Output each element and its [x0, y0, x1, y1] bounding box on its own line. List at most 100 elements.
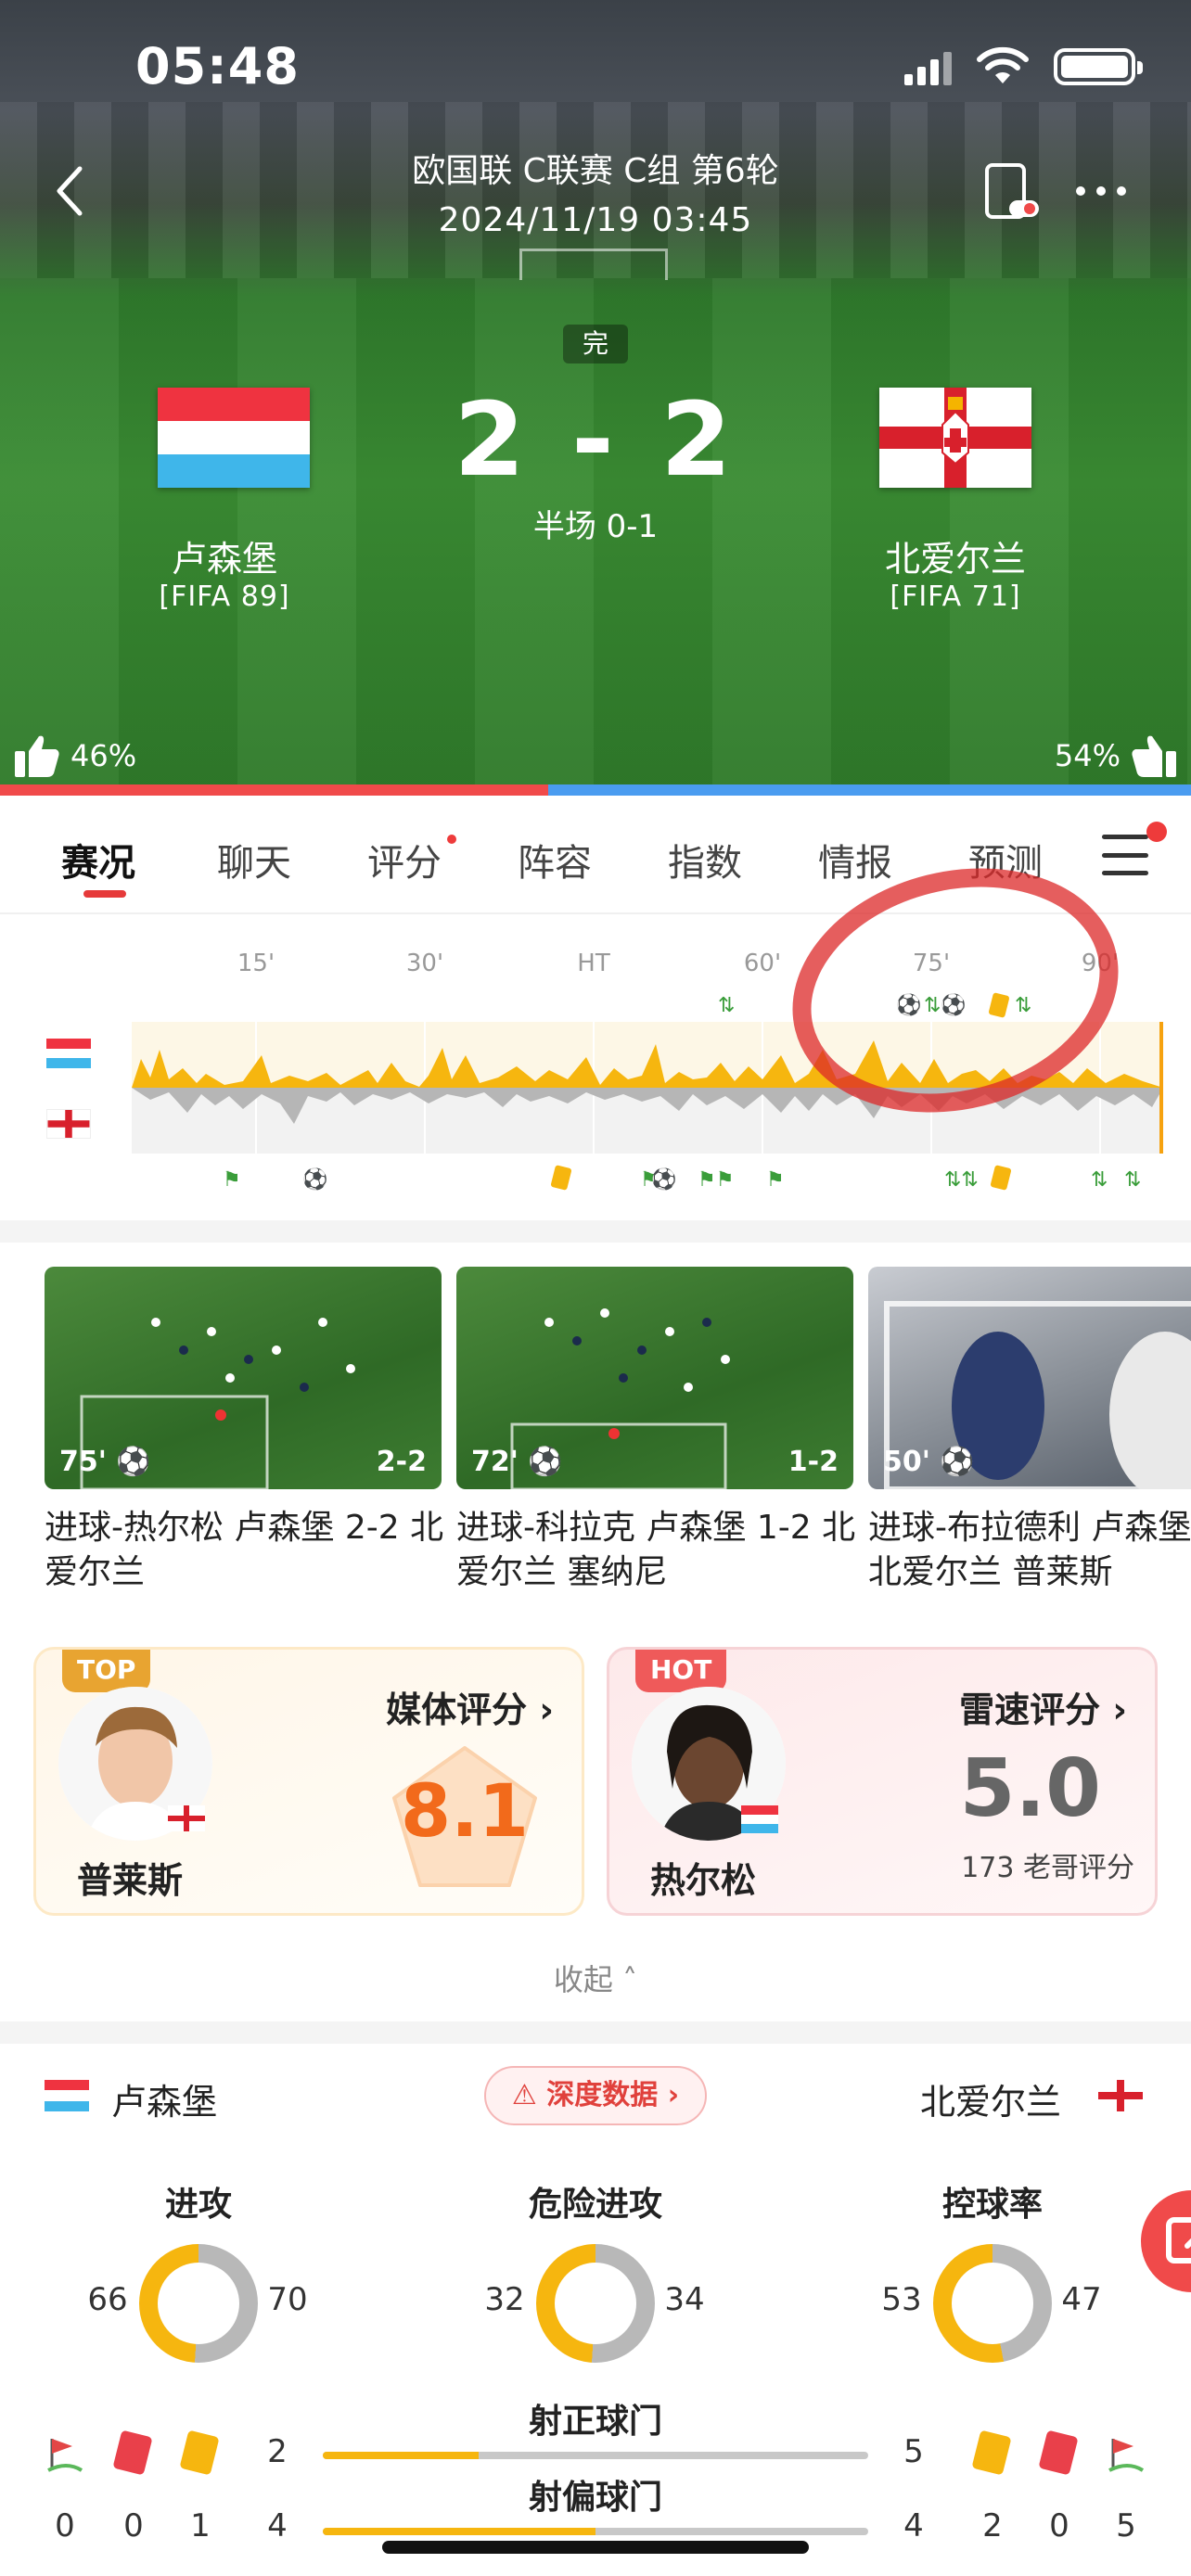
tab-ratings[interactable]: 评分 — [367, 833, 442, 886]
away-team-label: 北爱尔兰 — [920, 2082, 1062, 2123]
timeline-tick: 30' — [405, 950, 444, 977]
away-corners: 5 — [1116, 2507, 1136, 2544]
home-vote[interactable]: 46% — [13, 733, 136, 779]
radar-rating-count: 173 老哥评分 — [961, 1852, 1134, 1884]
corner-flag-icon — [47, 2439, 83, 2472]
tab-match-overview[interactable]: 赛况 — [61, 833, 135, 886]
highlight-video-card[interactable]: 72' ⚽ 1-2 进球-科拉克 卢森堡 1-2 北爱尔兰 塞纳尼 — [456, 1267, 855, 1586]
attacks-ring — [139, 2244, 258, 2363]
video-score: 1-2 — [788, 1446, 839, 1478]
video-thumbnail: 50' ⚽ — [868, 1267, 1191, 1489]
home-vote-fill — [0, 784, 548, 796]
tab-lineups[interactable]: 阵容 — [518, 833, 592, 886]
match-status-badge: 完 — [563, 325, 628, 363]
corner-flag-icon[interactable]: ⚑ — [223, 1168, 241, 1192]
substitution-icon[interactable]: ⇅⇅ — [944, 1168, 979, 1192]
home-indicator — [382, 2541, 809, 2554]
away-yellow-cards: 2 — [982, 2507, 1003, 2544]
away-vote[interactable]: 54% — [1055, 733, 1178, 779]
radar-rating-title[interactable]: 雷速评分 › — [959, 1681, 1127, 1732]
media-rating-title[interactable]: 媒体评分 › — [386, 1681, 554, 1732]
tab-chat[interactable]: 聊天 — [217, 833, 291, 886]
yellow-card-icon[interactable] — [550, 1165, 572, 1191]
tab-odds[interactable]: 指数 — [668, 833, 742, 886]
hot-badge: HOT — [635, 1650, 727, 1692]
highlight-videos: 75' ⚽ 2-2 进球-热尔松 卢森堡 2-2 北爱尔兰 72' ⚽ 1-2 … — [0, 1243, 1191, 1586]
radar-rating-card[interactable]: HOT 雷速评分 › 热尔松 5.0 173 老哥评分 — [607, 1647, 1158, 1916]
home-team-label: 卢森堡 — [111, 2082, 218, 2123]
video-thumbnail: 75' ⚽ 2-2 — [45, 1267, 442, 1489]
video-caption[interactable]: 进球-布拉德利 卢森堡 0-2 北爱尔兰 普莱斯 — [868, 1506, 1191, 1586]
corner-flag-icon — [1108, 2439, 1145, 2472]
screen-cast-icon[interactable] — [983, 163, 1043, 223]
luxembourg-flag-icon — [46, 1039, 91, 1068]
highlight-video-card[interactable]: 50' ⚽ 进球-布拉德利 卢森堡 0-2 北爱尔兰 普莱斯 — [868, 1267, 1191, 1586]
northern-ireland-flag-icon[interactable] — [879, 388, 1031, 488]
video-caption[interactable]: 进球-科拉克 卢森堡 1-2 北爱尔兰 塞纳尼 — [456, 1506, 864, 1586]
away-attacks: 70 — [267, 2281, 308, 2318]
highlight-video-card[interactable]: 75' ⚽ 2-2 进球-热尔松 卢森堡 2-2 北爱尔兰 — [45, 1267, 443, 1586]
media-rating-card[interactable]: TOP 媒体评分 › 普莱斯 8.1 — [33, 1647, 584, 1916]
deep-data-button[interactable]: ⚠ 深度数据 › — [484, 2066, 707, 2125]
dangerous-attacks-ring — [536, 2244, 655, 2363]
northern-ireland-flag-icon — [46, 1109, 91, 1139]
cellular-signal-icon — [904, 48, 952, 85]
goal-frame-decoration — [519, 249, 668, 280]
status-time: 05:48 — [135, 37, 300, 96]
stat-label-shots-off-target: 射偏球门 — [528, 2479, 662, 2517]
yellow-card-icon[interactable] — [990, 1165, 1012, 1191]
thumbs-up-icon — [15, 735, 59, 777]
video-caption[interactable]: 进球-热尔松 卢森堡 2-2 北爱尔兰 — [45, 1506, 453, 1586]
video-minute: 50' ⚽ — [883, 1446, 975, 1478]
red-annotation-circle — [792, 868, 1119, 1113]
collapse-button[interactable]: 收起 ˄ — [0, 1957, 1191, 1999]
away-team-name[interactable]: 北爱尔兰 — [816, 530, 1095, 581]
video-score: 2-2 — [376, 1446, 427, 1478]
home-team-name[interactable]: 卢森堡 — [85, 530, 364, 581]
thumbs-up-icon — [1132, 735, 1176, 777]
edit-icon — [1166, 2217, 1191, 2264]
top-badge: TOP — [62, 1650, 151, 1692]
substitution-icon[interactable]: ⇅ — [1091, 1168, 1108, 1192]
timeline-tick: 15' — [237, 950, 275, 977]
home-red-cards: 0 — [123, 2507, 144, 2544]
home-attacks: 66 — [87, 2281, 128, 2318]
home-shots-off-target: 4 — [267, 2507, 288, 2544]
vote-share-bar — [0, 784, 1191, 796]
home-vote-percent: 46% — [70, 738, 137, 773]
luxembourg-flag-icon[interactable] — [158, 388, 310, 488]
goal-ball-icon[interactable]: ⚽ — [302, 1168, 327, 1192]
luxembourg-flag-icon — [45, 2080, 89, 2111]
rating-score-badge: 8.1 — [387, 1741, 543, 1896]
home-shots-on-target: 2 — [267, 2433, 288, 2470]
substitution-icon[interactable]: ⇅ — [718, 994, 735, 1018]
home-dangerous-attacks: 32 — [484, 2281, 525, 2318]
luxembourg-flag-icon — [741, 1805, 778, 1833]
away-shots-off-target: 4 — [903, 2507, 924, 2544]
active-tab-indicator — [83, 890, 126, 898]
home-corners: 0 — [55, 2507, 75, 2544]
stat-label-possession: 控球率 — [941, 2186, 1043, 2224]
status-icons — [904, 46, 1143, 87]
section-divider — [0, 2021, 1191, 2044]
section-divider — [0, 1220, 1191, 1243]
away-possession: 47 — [1061, 2281, 1102, 2318]
possession-ring — [933, 2244, 1052, 2363]
match-stats: 卢森堡 ⚠ 深度数据 › 北爱尔兰 进攻 66 70 危险进攻 32 34 控球… — [0, 2044, 1191, 2576]
northern-ireland-flag-icon — [1098, 2080, 1143, 2111]
video-thumbnail: 72' ⚽ 1-2 — [456, 1267, 853, 1489]
corner-flag-icon[interactable]: ⚑⚑ — [698, 1168, 734, 1192]
media-rating-score: 8.1 — [400, 1770, 530, 1854]
shots-on-target-bar — [323, 2452, 868, 2459]
corner-flag-icon[interactable]: ⚑ — [766, 1168, 785, 1192]
away-team-rank: [FIFA 71] — [890, 580, 1021, 613]
goal-ball-icon[interactable]: ⚽ — [651, 1168, 676, 1192]
substitution-icon[interactable]: ⇅ — [1124, 1168, 1141, 1192]
stat-label-attacks: 进攻 — [164, 2186, 232, 2224]
away-vote-percent: 54% — [1054, 738, 1121, 773]
away-shots-on-target: 5 — [903, 2433, 924, 2470]
shots-off-target-bar — [323, 2528, 868, 2535]
more-options-icon[interactable] — [1076, 182, 1132, 200]
player-name: 普莱斯 — [77, 1860, 184, 1901]
away-vote-fill — [547, 784, 1191, 796]
